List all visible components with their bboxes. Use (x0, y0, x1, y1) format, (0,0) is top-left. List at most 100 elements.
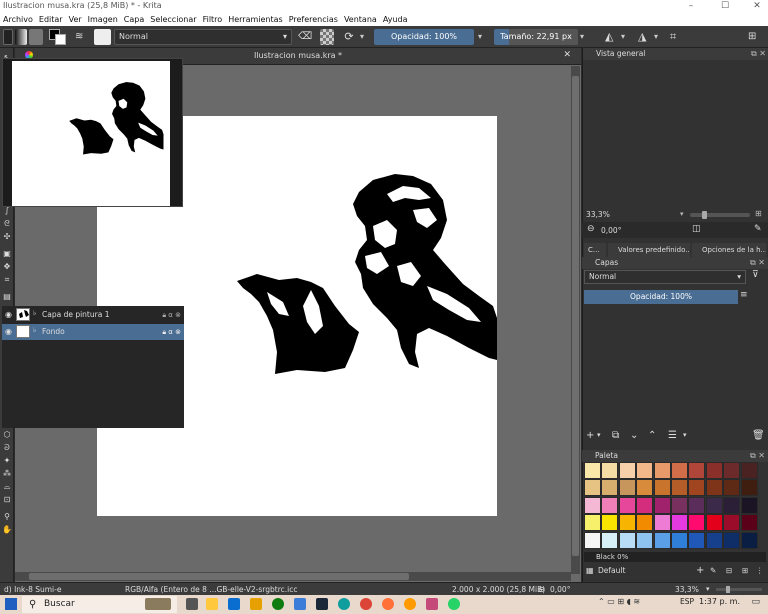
zoom-slider-handle[interactable] (702, 211, 707, 219)
mirror-vertical-icon[interactable]: ◮ (638, 29, 652, 45)
visibility-eye-icon[interactable]: ◉ (5, 324, 12, 340)
multibrush-icon[interactable]: ✣ (2, 232, 12, 242)
clock[interactable]: 1:37 p. m. (699, 597, 740, 606)
steam-icon[interactable] (316, 598, 328, 610)
palette-swatch[interactable] (601, 531, 619, 549)
dock-toggle-icon[interactable]: ⊞ (748, 29, 762, 45)
menu-herramientas[interactable]: Herramientas (225, 13, 286, 26)
palette-swatch[interactable] (618, 462, 636, 479)
palette-options-icon[interactable]: ⋮ (756, 564, 764, 578)
palette-settings-icon[interactable]: ⊟ (726, 564, 732, 578)
palette-swatch[interactable] (584, 462, 601, 479)
palette-list-icon[interactable]: ▦ (586, 564, 594, 578)
folder-icon[interactable] (250, 598, 262, 610)
dynamic-brush-icon[interactable]: ᘓ (2, 219, 12, 229)
eraser-icon[interactable]: ⌫ (298, 29, 312, 45)
contiguous-select-icon[interactable]: ✦ (2, 456, 12, 466)
overview-zoom-slider[interactable] (690, 211, 750, 219)
input-language[interactable]: ESP (680, 597, 694, 606)
menu-seleccionar[interactable]: Seleccionar (147, 13, 199, 26)
pan-tool-icon[interactable]: ✋ (2, 525, 12, 535)
firefox-icon[interactable] (382, 598, 394, 610)
palette-swatch[interactable] (671, 514, 688, 532)
app-icon[interactable] (294, 598, 306, 610)
vertical-scrollbar[interactable] (571, 66, 580, 574)
menu-filtro[interactable]: Filtro (200, 13, 226, 26)
xbox-icon[interactable] (272, 598, 284, 610)
menu-capa[interactable]: Capa (121, 13, 147, 26)
tray-icons[interactable]: ⌃ ▭ ⊞ ◖ ≋ (598, 597, 640, 606)
palette-swatch[interactable] (653, 479, 671, 497)
palette-swatch[interactable] (584, 496, 601, 514)
palette-swatch[interactable] (618, 514, 636, 532)
brush-preset-icon[interactable] (94, 29, 111, 45)
palette-swatch[interactable] (723, 462, 741, 479)
layer-opacity-slider[interactable]: Opacidad: 100% (584, 290, 738, 304)
palette-swatch[interactable] (740, 479, 758, 497)
palette-swatch[interactable] (636, 462, 654, 479)
crop-icon[interactable]: ⌗ (670, 29, 684, 45)
overview-zoom-value[interactable]: 33,3% (586, 210, 610, 219)
tab-color[interactable]: C... (584, 243, 606, 257)
zoom-tool-icon[interactable]: ⚲ (2, 512, 12, 522)
texture-icon[interactable] (29, 29, 43, 45)
close-document-icon[interactable]: ✕ (563, 50, 571, 60)
horizontal-scrollbar[interactable] (15, 572, 571, 581)
notifications-icon[interactable]: ▭ (751, 597, 760, 607)
float-dock-icon[interactable]: ⧉ ✕ (750, 450, 765, 462)
vertical-scroll-thumb[interactable] (572, 76, 579, 556)
tab-presets[interactable]: Valores predefinido... (608, 243, 690, 257)
palette-swatch[interactable] (618, 496, 636, 514)
palette-swatch[interactable] (601, 479, 619, 497)
edge-icon[interactable] (338, 598, 350, 610)
palette-swatch[interactable] (653, 514, 671, 532)
status-zoom-slider[interactable] (716, 586, 762, 593)
palette-swatch[interactable] (740, 514, 758, 532)
pattern-icon[interactable] (15, 29, 27, 45)
color-swap-icon[interactable] (49, 29, 67, 45)
palette-swatch[interactable] (705, 479, 723, 497)
palette-swatch[interactable] (636, 531, 654, 549)
chevron-down-icon[interactable]: ▾ (654, 29, 664, 45)
bezier-select-icon[interactable]: ⌓ (2, 482, 12, 492)
horizontal-scroll-thumb[interactable] (29, 573, 409, 580)
magnetic-select-icon[interactable]: ⊡ (2, 495, 12, 505)
palette-swatch[interactable] (740, 462, 758, 479)
palette-swatch[interactable] (671, 462, 688, 479)
menu-ventana[interactable]: Ventana (341, 13, 380, 26)
gradient-tool-icon[interactable]: ▤ (2, 292, 12, 302)
palette-name[interactable]: Default (598, 564, 625, 578)
duplicate-layer-icon[interactable]: ⧉ (612, 430, 619, 441)
zoom-slider-handle[interactable] (726, 586, 730, 593)
visibility-eye-icon[interactable]: ◉ (5, 307, 12, 323)
media-icon[interactable] (404, 598, 416, 610)
edit-palette-icon[interactable]: ✎ (710, 564, 716, 578)
task-view-icon[interactable] (186, 598, 198, 610)
palette-swatch[interactable] (705, 462, 723, 479)
gradient-preset-icon[interactable] (3, 29, 13, 45)
chevron-down-icon[interactable]: ▾ (683, 431, 687, 439)
palette-swatch[interactable] (671, 496, 688, 514)
palette-swatch[interactable] (653, 496, 671, 514)
menu-ver[interactable]: Ver (66, 13, 85, 26)
freehand-path-icon[interactable]: ∫ (2, 206, 12, 216)
palette-swatch[interactable] (636, 496, 654, 514)
add-swatch-icon[interactable]: + (696, 564, 704, 578)
palette-swatch[interactable] (723, 479, 741, 497)
layer-row[interactable]: ◉ ♭ Fondo 🔒︎ α ⊗ (2, 324, 184, 340)
menu-archivo[interactable]: Archivo (0, 13, 36, 26)
chevron-down-icon[interactable]: ▾ (360, 29, 370, 45)
freehand-select-icon[interactable]: ᘐ (2, 443, 12, 453)
size-slider[interactable]: Tamaño: 22,91 px (494, 29, 578, 45)
krita-taskbar-icon[interactable] (426, 598, 438, 610)
whatsapp-icon[interactable] (448, 598, 460, 610)
layer-properties-icon[interactable]: ☰ (668, 430, 677, 441)
similar-select-icon[interactable]: ⁂ (2, 469, 12, 479)
layer-blend-select[interactable]: Normal ▾ (584, 270, 746, 284)
reload-preset-icon[interactable]: ⟳ (341, 29, 357, 45)
chevron-down-icon[interactable]: ▾ (621, 29, 631, 45)
palette-swatch[interactable] (653, 531, 671, 549)
menu-imagen[interactable]: Imagen (85, 13, 121, 26)
layer-lock-icons[interactable]: 🔒︎ α ⊗ (162, 307, 181, 323)
layer-options-icon[interactable]: ≡ (740, 290, 748, 300)
